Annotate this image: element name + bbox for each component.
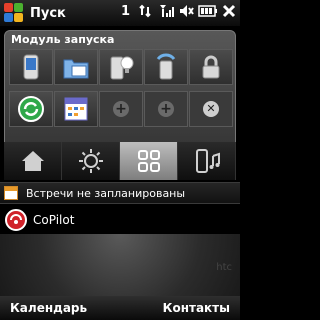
phone-music-icon xyxy=(195,149,220,173)
launcher-grid: + + ✕ xyxy=(9,49,233,127)
launcher-empty-slot[interactable]: + xyxy=(144,91,188,127)
refresh-icon xyxy=(18,96,44,122)
launcher-item-calendar[interactable] xyxy=(54,91,98,127)
add-icon: + xyxy=(158,101,174,117)
notification-count[interactable]: 1 xyxy=(121,4,130,19)
softkey-left[interactable]: Календарь xyxy=(10,301,87,315)
appointments-row[interactable]: Встречи не запланированы xyxy=(0,182,240,204)
launcher-item-files[interactable] xyxy=(54,49,98,85)
add-icon: + xyxy=(113,101,129,117)
start-menu-title[interactable]: Пуск xyxy=(30,6,66,21)
phone-light-icon xyxy=(110,56,134,80)
tab-launcher[interactable] xyxy=(120,142,178,180)
copilot-icon xyxy=(5,209,27,231)
calendar-mini-icon xyxy=(4,186,18,200)
remove-icon: ✕ xyxy=(203,101,219,117)
launcher-item-refresh[interactable] xyxy=(9,91,53,127)
calendar-icon xyxy=(64,97,88,121)
softkey-bar: Календарь Контакты xyxy=(0,296,240,320)
launcher-item-sync[interactable] xyxy=(144,49,188,85)
apps-grid-icon xyxy=(137,150,160,172)
tab-weather[interactable] xyxy=(62,142,120,180)
start-logo-icon[interactable] xyxy=(3,2,25,24)
status-icons: 1 xyxy=(121,3,236,19)
appointments-text: Встречи не запланированы xyxy=(26,186,186,200)
status-bar: Пуск 1 xyxy=(0,0,240,26)
close-icon[interactable] xyxy=(222,4,236,18)
launcher-item-phone[interactable] xyxy=(9,49,53,85)
phone-device-icon xyxy=(23,54,39,80)
home-icon xyxy=(21,151,44,171)
signal-strength-icon[interactable] xyxy=(158,3,174,19)
launcher-remove-slot[interactable]: ✕ xyxy=(189,91,233,127)
background-area xyxy=(0,234,240,296)
launcher-item-light[interactable] xyxy=(99,49,143,85)
tab-music[interactable] xyxy=(178,142,236,180)
launcher-empty-slot[interactable]: + xyxy=(99,91,143,127)
battery-icon[interactable] xyxy=(198,4,218,18)
folder-table-icon xyxy=(63,59,89,79)
launcher-item-lock[interactable] xyxy=(189,49,233,85)
home-tabs xyxy=(4,142,236,180)
data-connection-icon[interactable] xyxy=(138,3,154,19)
copilot-row[interactable]: CoPilot xyxy=(0,206,240,234)
launcher-title: Модуль запуска xyxy=(11,33,115,46)
sun-icon xyxy=(78,149,103,173)
copilot-label: CoPilot xyxy=(33,213,75,227)
lock-icon xyxy=(202,55,220,79)
volume-muted-icon[interactable] xyxy=(178,3,194,19)
tab-home[interactable] xyxy=(4,142,62,180)
softkey-right[interactable]: Контакты xyxy=(163,301,230,315)
htc-watermark: htc xyxy=(216,262,232,273)
sync-device-icon xyxy=(156,53,176,80)
